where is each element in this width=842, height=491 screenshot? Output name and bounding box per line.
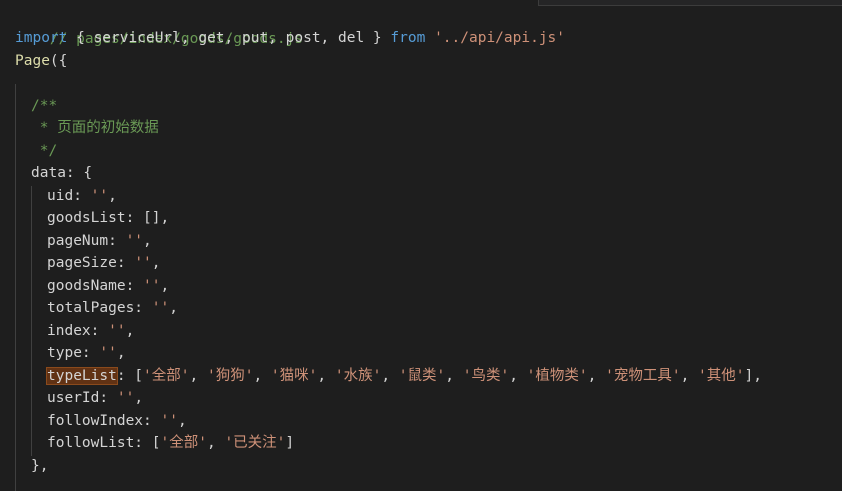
followIndex-key: followIndex:	[47, 413, 161, 429]
code-line-type: type: '',	[47, 345, 126, 361]
goodsList-key: goodsList: [],	[47, 210, 170, 226]
indent-guide	[15, 84, 16, 491]
import-keyword: import	[15, 30, 68, 46]
followList-key: followList: [	[47, 435, 161, 451]
code-line-doc-close: */	[31, 140, 57, 163]
typeList-item: '鼠类'	[398, 368, 446, 384]
code-line-3: Page({	[15, 50, 67, 73]
code-line-doc-text: * 页面的初始数据	[31, 117, 159, 140]
code-line-followIndex: followIndex: '',	[47, 413, 187, 429]
typeList-items: '全部', '狗狗', '猫咪', '水族', '鼠类', '鸟类', '植物类…	[143, 368, 745, 384]
totalPages-value: ''	[151, 300, 170, 316]
goodsName-value: ''	[143, 278, 161, 294]
typeList-item: '猫咪'	[270, 368, 318, 384]
type-key: type:	[47, 345, 100, 361]
index-key: index:	[47, 323, 109, 339]
from-keyword: from	[390, 30, 426, 46]
page-call: Page	[15, 53, 50, 69]
code-line-followList: followList: ['全部', '已关注']	[47, 435, 295, 451]
import-names: { serviceUrl, get, put, post, del }	[67, 30, 391, 46]
doc-comment-open: /**	[31, 98, 58, 114]
type-value: ''	[99, 345, 117, 361]
typeList-item: '水族'	[334, 368, 382, 384]
code-line-2: import { serviceUrl, get, put, post, del…	[15, 27, 565, 50]
indent-guide	[31, 186, 32, 456]
uid-value: ''	[90, 188, 109, 204]
code-line-data: data: {	[31, 162, 92, 185]
code-line-uid: uid: '',	[47, 188, 117, 204]
uid-key: uid:	[47, 188, 91, 204]
pageNum-value: ''	[125, 233, 144, 249]
index-value: ''	[108, 323, 126, 339]
pageSize-value: ''	[134, 255, 152, 271]
overlay-panel-edge	[538, 0, 842, 6]
data-close: },	[31, 458, 49, 474]
followIndex-value: ''	[160, 413, 178, 429]
code-line-index: index: '',	[47, 323, 135, 339]
import-path: '../api/api.js'	[434, 30, 566, 46]
page-open: ({	[49, 53, 68, 69]
totalPages-key: totalPages:	[47, 300, 152, 316]
typeList-item: '鸟类'	[462, 368, 510, 384]
code-line-doc-open: /**	[31, 95, 57, 118]
pageSize-key: pageSize:	[47, 255, 135, 271]
followList-items: '全部', '已关注'	[160, 435, 286, 451]
code-line-typeList: typeList: ['全部', '狗狗', '猫咪', '水族', '鼠类',…	[46, 367, 762, 385]
typeList-key-highlighted: typeList	[46, 367, 118, 385]
typeList-item: '宠物工具'	[605, 368, 681, 384]
data-key: data: {	[31, 165, 93, 181]
typeList-item: '狗狗'	[206, 368, 254, 384]
userId-key: userId:	[47, 390, 117, 406]
typeList-item: '其他'	[698, 368, 745, 384]
code-line-1: // pages/index/goods/goods.js	[15, 5, 303, 47]
followList-item: '全部'	[160, 435, 207, 451]
goodsName-key: goodsName:	[47, 278, 144, 294]
code-line-totalPages: totalPages: '',	[47, 300, 178, 316]
code-line-pageNum: pageNum: '',	[47, 233, 152, 249]
userId-value: ''	[116, 390, 135, 406]
code-line-goodsName: goodsName: '',	[47, 278, 170, 294]
code-editor[interactable]: // pages/index/goods/goods.js import { s…	[0, 0, 842, 491]
doc-comment-close: */	[31, 143, 58, 159]
doc-comment-text: * 页面的初始数据	[31, 120, 159, 136]
code-line-pageSize: pageSize: '',	[47, 255, 161, 271]
typeList-item: '全部'	[143, 368, 190, 384]
pageNum-key: pageNum:	[47, 233, 126, 249]
code-line-data-close: },	[31, 455, 48, 478]
code-line-userId: userId: '',	[47, 390, 144, 406]
code-line-goodsList: goodsList: [],	[47, 207, 169, 230]
typeList-item: '植物类'	[526, 368, 588, 384]
followList-item: '已关注'	[224, 435, 286, 451]
